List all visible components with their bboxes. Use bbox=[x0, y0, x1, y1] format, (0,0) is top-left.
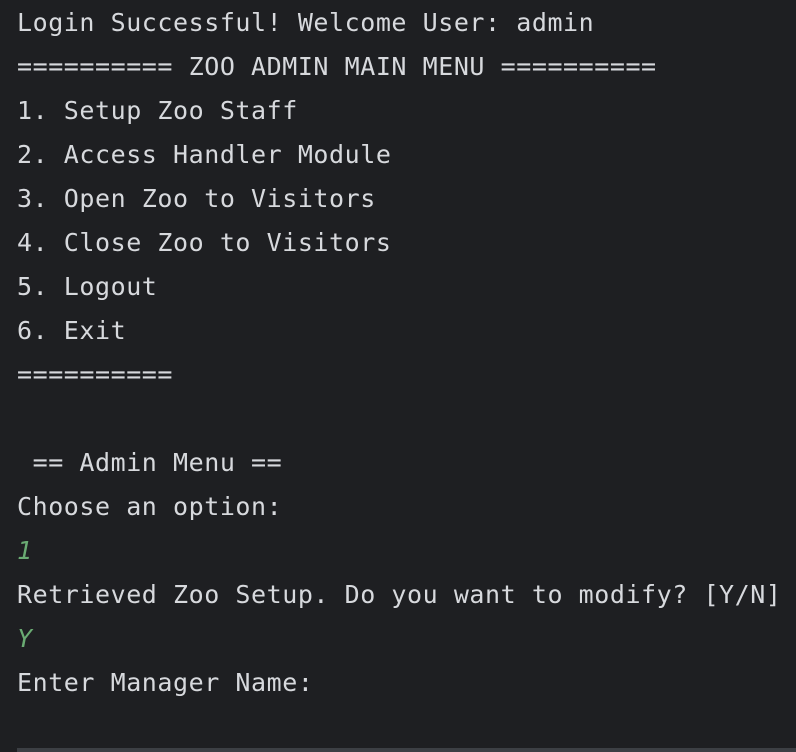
console-line-menu-header: ========== ZOO ADMIN MAIN MENU =========… bbox=[17, 52, 657, 81]
console-line-choose-prompt: Choose an option: bbox=[17, 492, 283, 521]
console-line-menu-footer: ========== bbox=[17, 360, 174, 389]
console-line-option-5: 5. Logout bbox=[17, 272, 158, 301]
console-user-input-confirm: Y bbox=[17, 624, 33, 653]
console-output[interactable]: Login Successful! Welcome User: admin ==… bbox=[0, 0, 796, 752]
console-user-input-option: 1 bbox=[17, 536, 33, 565]
console-line-option-3: 3. Open Zoo to Visitors bbox=[17, 184, 376, 213]
console-line-admin-menu: == Admin Menu == bbox=[17, 448, 283, 477]
console-line-modify-prompt: Retrieved Zoo Setup. Do you want to modi… bbox=[17, 580, 782, 609]
console-line-option-4: 4. Close Zoo to Visitors bbox=[17, 228, 392, 257]
horizontal-scrollbar[interactable] bbox=[17, 748, 796, 752]
console-line-login-success: Login Successful! Welcome User: admin bbox=[17, 8, 595, 37]
console-line-manager-prompt: Enter Manager Name: bbox=[17, 668, 314, 697]
console-line-option-2: 2. Access Handler Module bbox=[17, 140, 392, 169]
console-line-option-6: 6. Exit bbox=[17, 316, 127, 345]
console-line-option-1: 1. Setup Zoo Staff bbox=[17, 96, 298, 125]
